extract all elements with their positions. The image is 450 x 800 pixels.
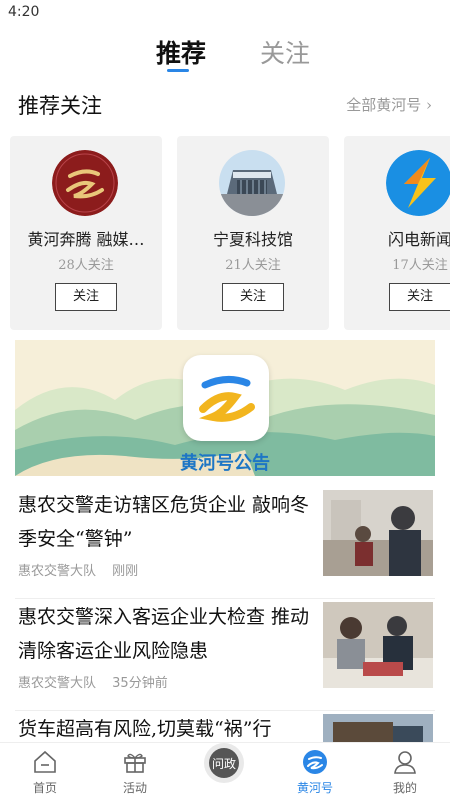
news-headline: 惠农交警深入客运企业大检查 推动清除客运企业风险隐患 (18, 606, 310, 662)
news-thumbnail (323, 490, 433, 576)
nav-label: 黄河号 (296, 781, 333, 795)
account-card[interactable]: 黄河奔腾 融媒… 28人关注 关注 (10, 136, 162, 330)
news-time: 35分钟前 (112, 676, 168, 691)
banner-label: 黄河号公告 (180, 453, 270, 474)
ask-icon: 问政 (204, 743, 244, 783)
home-icon (32, 749, 58, 775)
news-headline: 货车超高有风险,切莫载“祸”行 (18, 718, 272, 740)
recommend-section-header: 推荐关注 全部黄河号 › (0, 90, 450, 120)
nav-label: 活动 (122, 781, 147, 795)
calligraphy-logo-icon (52, 150, 118, 216)
news-thumbnail (323, 714, 433, 742)
follow-button[interactable]: 关注 (55, 283, 117, 311)
nav-label: 我的 (392, 781, 417, 795)
lightning-logo-icon (386, 150, 450, 216)
follower-count: 28人关注 (58, 258, 114, 273)
nav-yellow-river[interactable]: 黄河号 (280, 743, 350, 800)
news-item[interactable]: 惠农交警深入客运企业大检查 推动清除客运企业风险隐患 惠农交警大队 35分钟前 (0, 600, 450, 710)
divider (15, 598, 435, 599)
news-item[interactable]: 惠农交警走访辖区危货企业 敲响冬季安全“警钟” 惠农交警大队 刚刚 (0, 488, 450, 598)
nav-label: 首页 (32, 781, 57, 795)
news-item[interactable]: 货车超高有风险,切莫载“祸”行 (0, 712, 450, 742)
ask-glyph: 问政 (212, 757, 236, 771)
nav-ask[interactable]: 问政 (203, 742, 245, 784)
tab-recommend[interactable]: 推荐 (156, 34, 206, 70)
section-title: 推荐关注 (18, 94, 102, 118)
divider (15, 710, 435, 711)
follower-count: 17人关注 (392, 258, 448, 273)
account-card[interactable]: 宁夏科技馆 21人关注 关注 (177, 136, 329, 330)
status-bar: 4:20 (0, 0, 450, 24)
recommended-accounts: 黄河奔腾 融媒… 28人关注 关注 宁夏科技馆 21人关注 关注 闪电新闻 17… (0, 136, 450, 332)
follow-button[interactable]: 关注 (389, 283, 450, 311)
account-card[interactable]: 闪电新闻 17人关注 关注 (344, 136, 450, 330)
active-tab-indicator (167, 69, 189, 72)
museum-building-photo (219, 150, 285, 216)
profile-icon (392, 749, 418, 775)
news-time: 刚刚 (112, 564, 139, 579)
account-name: 闪电新闻 (387, 230, 450, 249)
status-time: 4:20 (8, 4, 40, 20)
news-meta: 惠农交警大队 35分钟前 (18, 672, 168, 691)
news-headline: 惠农交警走访辖区危货企业 敲响冬季安全“警钟” (18, 494, 310, 550)
nav-profile[interactable]: 我的 (370, 743, 440, 800)
tab-following[interactable]: 关注 (260, 34, 310, 70)
top-tabs: 推荐 关注 (0, 34, 450, 74)
gift-icon (122, 749, 148, 775)
account-name: 宁夏科技馆 (212, 230, 293, 249)
yellow-river-logo-icon (183, 355, 269, 441)
news-meta: 惠农交警大队 刚刚 (18, 560, 138, 579)
nav-home[interactable]: 首页 (10, 743, 80, 800)
nav-activity[interactable]: 活动 (100, 743, 170, 800)
news-source: 惠农交警大队 (18, 564, 97, 579)
all-accounts-link[interactable]: 全部黄河号 › (346, 94, 432, 115)
news-source: 惠农交警大队 (18, 676, 97, 691)
yellow-river-icon (302, 749, 328, 775)
follow-button[interactable]: 关注 (222, 283, 284, 311)
follower-count: 21人关注 (225, 258, 281, 273)
news-thumbnail (323, 602, 433, 688)
account-name: 黄河奔腾 融媒… (27, 230, 145, 249)
